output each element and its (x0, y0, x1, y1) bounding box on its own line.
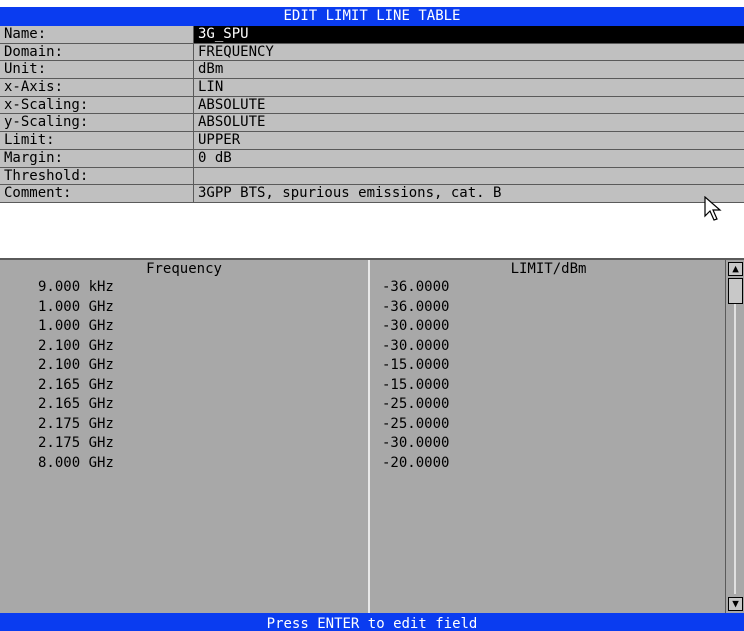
property-label: Limit: (0, 132, 194, 149)
frequency-cell[interactable]: 8.000 GHz (0, 454, 368, 474)
property-label: Threshold: (0, 167, 194, 185)
frequency-cell[interactable]: 2.175 GHz (0, 434, 368, 454)
frequency-column: Frequency 9.000 kHz 1.000 GHz 1.000 GHz 2.1… (0, 260, 370, 613)
property-value-field[interactable]: 3G_SPU (194, 26, 744, 43)
arrow-up-icon[interactable]: ▲ (728, 262, 743, 276)
property-row[interactable]: Unit: dBm (0, 61, 744, 80)
property-label: Name: (0, 26, 194, 43)
limit-cell[interactable]: -36.0000 (372, 298, 725, 318)
limit-cell[interactable]: -30.0000 (372, 317, 725, 337)
limit-cell[interactable]: -25.0000 (372, 415, 725, 435)
property-value-field[interactable]: 0 dB (194, 150, 744, 167)
frequency-header[interactable]: Frequency (0, 260, 368, 278)
property-value-field[interactable]: UPPER (194, 132, 744, 149)
property-value-field[interactable]: LIN (194, 79, 744, 96)
limit-header[interactable]: LIMIT/dBm (372, 260, 725, 278)
properties-panel: Name: 3G_SPU Domain: FREQUENCY Unit: dBm x-Axi… (0, 26, 744, 203)
property-row[interactable]: x-Scaling: ABSOLUTE (0, 96, 744, 115)
property-row[interactable]: Threshold: (0, 167, 744, 186)
property-value-field[interactable]: 3GPP BTS, spurious emissions, cat. B (194, 185, 744, 202)
property-value-field[interactable]: ABSOLUTE (194, 114, 744, 131)
property-label: Comment: (0, 185, 194, 202)
mouse-pointer-icon (704, 196, 722, 221)
property-label: Unit: (0, 61, 194, 79)
property-row[interactable]: Margin: 0 dB (0, 149, 744, 168)
limit-line-table: Frequency 9.000 kHz 1.000 GHz 1.000 GHz 2.1… (0, 258, 744, 613)
window-title: EDIT LIMIT LINE TABLE (0, 7, 744, 26)
property-label: x-Scaling: (0, 96, 194, 114)
scroll-thumb[interactable] (728, 278, 743, 304)
frequency-cell[interactable]: 9.000 kHz (0, 278, 368, 298)
limit-cell[interactable]: -15.0000 (372, 376, 725, 396)
limit-cell[interactable]: -30.0000 (372, 337, 725, 357)
limit-cell[interactable]: -25.0000 (372, 395, 725, 415)
limit-column: LIMIT/dBm -36.0000 -36.0000 -30.0000 -30.00… (372, 260, 725, 613)
property-value-field[interactable]: FREQUENCY (194, 44, 744, 61)
property-label: x-Axis: (0, 79, 194, 96)
property-row[interactable]: Limit: UPPER (0, 132, 744, 150)
property-value-field[interactable] (194, 168, 744, 185)
property-label: Domain: (0, 43, 194, 61)
arrow-down-icon[interactable]: ▼ (728, 597, 743, 611)
limit-cell[interactable]: -30.0000 (372, 434, 725, 454)
property-label: Margin: (0, 149, 194, 167)
limit-cell[interactable]: -15.0000 (372, 356, 725, 376)
frequency-cell[interactable]: 2.165 GHz (0, 376, 368, 396)
property-value-field[interactable]: dBm (194, 61, 744, 78)
limit-cell[interactable]: -36.0000 (372, 278, 725, 298)
property-row[interactable]: Domain: FREQUENCY (0, 43, 744, 62)
limit-cell[interactable]: -20.0000 (372, 454, 725, 474)
frequency-cell[interactable]: 1.000 GHz (0, 317, 368, 337)
frequency-cell[interactable]: 2.175 GHz (0, 415, 368, 435)
frequency-cell[interactable]: 2.165 GHz (0, 395, 368, 415)
status-bar: Press ENTER to edit field (0, 613, 744, 631)
property-label: y-Scaling: (0, 114, 194, 132)
frequency-cell[interactable]: 1.000 GHz (0, 298, 368, 318)
property-row[interactable]: y-Scaling: ABSOLUTE (0, 114, 744, 133)
property-value-field[interactable]: ABSOLUTE (194, 97, 744, 114)
frequency-cell[interactable]: 2.100 GHz (0, 337, 368, 357)
property-row[interactable]: x-Axis: LIN (0, 79, 744, 97)
table-scrollbar[interactable]: ▲ ▼ (725, 260, 744, 613)
property-row[interactable]: Name: 3G_SPU (0, 26, 744, 44)
property-row[interactable]: Comment: 3GPP BTS, spurious emissions, ca… (0, 185, 744, 203)
frequency-cell[interactable]: 2.100 GHz (0, 356, 368, 376)
scroll-track[interactable] (734, 304, 736, 594)
